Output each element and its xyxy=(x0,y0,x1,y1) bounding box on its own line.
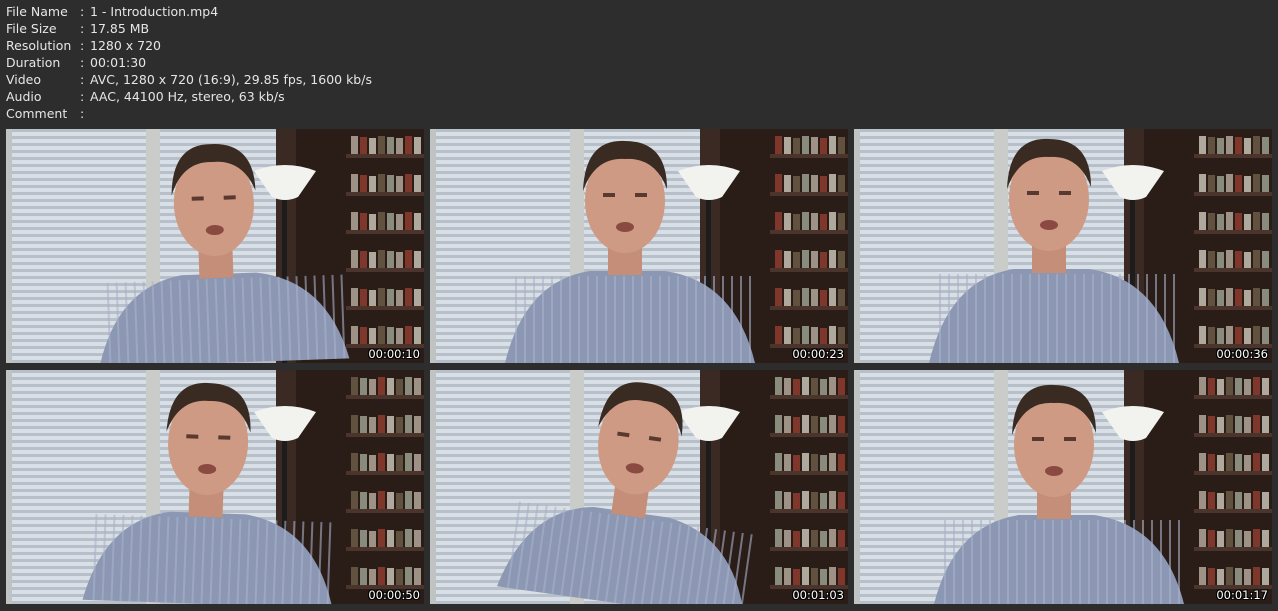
video-thumbnail[interactable]: 00:00:50 xyxy=(6,370,424,604)
thumbnail-timestamp: 00:00:23 xyxy=(792,347,844,361)
comment-label: Comment xyxy=(6,106,68,121)
audio-value: AAC, 44100 Hz, stereo, 63 kb/s xyxy=(90,89,285,104)
video-thumbnail[interactable]: 00:01:03 xyxy=(430,370,848,604)
video-thumbnail[interactable]: 00:01:17 xyxy=(854,370,1272,604)
file-info-panel: File Name : 1 - Introduction.mp4 File Si… xyxy=(6,3,372,122)
video-frame-image xyxy=(854,129,1272,363)
duration-separator: : xyxy=(80,55,85,70)
resolution-separator: : xyxy=(80,38,85,53)
audio-label: Audio xyxy=(6,89,42,104)
video-frame-image xyxy=(6,129,424,363)
video-thumbnail[interactable]: 00:00:36 xyxy=(854,129,1272,363)
resolution-value: 1280 x 720 xyxy=(90,38,162,53)
file-size-value: 17.85 MB xyxy=(90,21,150,36)
video-frame-image xyxy=(430,370,848,604)
thumbnail-timestamp: 00:00:36 xyxy=(1216,347,1268,361)
duration-value: 00:01:30 xyxy=(90,55,147,70)
video-thumbnail[interactable]: 00:00:10 xyxy=(6,129,424,363)
duration-row: Duration : 00:01:30 xyxy=(6,54,372,71)
file-name-label: File Name xyxy=(6,4,68,19)
thumbnail-grid: 00:00:10 00:00:23 00:00:36 00:00:50 00:0… xyxy=(6,129,1272,604)
file-name-separator: : xyxy=(80,4,85,19)
thumbnail-timestamp: 00:01:17 xyxy=(1216,588,1268,602)
video-value: AVC, 1280 x 720 (16:9), 29.85 fps, 1600 … xyxy=(90,72,372,87)
video-row: Video : AVC, 1280 x 720 (16:9), 29.85 fp… xyxy=(6,71,372,88)
file-size-row: File Size : 17.85 MB xyxy=(6,20,372,37)
file-size-label: File Size xyxy=(6,21,57,36)
comment-separator: : xyxy=(80,106,85,121)
thumbnail-timestamp: 00:01:03 xyxy=(792,588,844,602)
video-label: Video xyxy=(6,72,42,87)
resolution-label: Resolution xyxy=(6,38,72,53)
file-size-separator: : xyxy=(80,21,85,36)
duration-label: Duration xyxy=(6,55,61,70)
comment-row: Comment : xyxy=(6,105,372,122)
thumbnail-timestamp: 00:00:50 xyxy=(368,588,420,602)
video-frame-image xyxy=(430,129,848,363)
file-name-value: 1 - Introduction.mp4 xyxy=(90,4,219,19)
thumbnail-timestamp: 00:00:10 xyxy=(368,347,420,361)
video-frame-image xyxy=(854,370,1272,604)
file-name-row: File Name : 1 - Introduction.mp4 xyxy=(6,3,372,20)
audio-separator: : xyxy=(80,89,85,104)
video-separator: : xyxy=(80,72,85,87)
resolution-row: Resolution : 1280 x 720 xyxy=(6,37,372,54)
audio-row: Audio : AAC, 44100 Hz, stereo, 63 kb/s xyxy=(6,88,372,105)
video-thumbnail[interactable]: 00:00:23 xyxy=(430,129,848,363)
video-frame-image xyxy=(6,370,424,604)
